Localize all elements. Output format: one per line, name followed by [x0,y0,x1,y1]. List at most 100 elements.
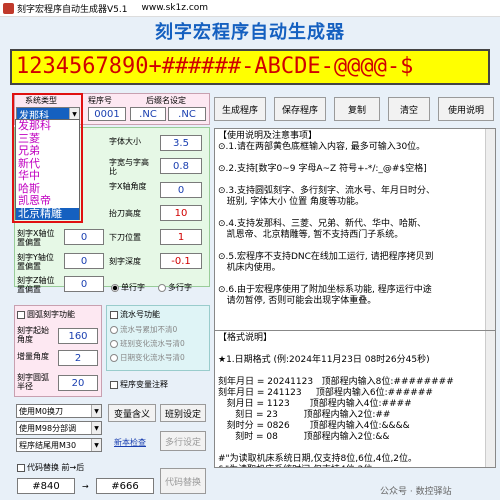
tool-change-value: 使用M0换刀 [19,406,63,416]
checkbox-icon [17,463,25,472]
param-label-3: 抬刀高度 [109,209,141,218]
window-site: www.sk1z.com [141,3,209,13]
replace-to-input[interactable]: #666 [96,478,154,494]
new-check-link[interactable]: 新本检查 [114,438,146,447]
arc-step-input[interactable]: 2 [58,350,98,366]
program-end-select[interactable]: 程序结尾用M30 ▼ [16,438,102,452]
text-line: 刻日 = 23 顶部程内输入2位:## [218,410,391,420]
app-icon [3,2,14,14]
param-input-1[interactable]: 0.8 [160,158,202,174]
text-line [218,241,483,252]
serial-checkbox-label: 流水号功能 [120,310,160,319]
arc-start-input[interactable]: 160 [58,328,98,344]
program-no-input[interactable]: 0001 [88,107,126,121]
suffix-input-2[interactable]: .NC [168,107,206,121]
param-input-4[interactable]: 1 [160,229,202,245]
text-line [218,208,483,219]
replace-button[interactable]: 代码替换 [160,468,206,494]
single-line-label: 单行字 [121,283,145,292]
save-button[interactable]: 保存程序 [274,97,326,121]
clear-button[interactable]: 清空 [388,97,430,121]
usage-notes-text: 【使用说明及注意事项】 ⊙.1.请在两部黄色底框输入内容, 最多可输入30位。 ⊙… [215,129,495,307]
watermark: 公众号 · 数控驿站 [380,487,452,497]
copy-button[interactable]: 复制 [334,97,380,121]
checkbox-icon [110,380,118,389]
text-line [218,153,483,164]
radio-dot-icon [110,339,118,348]
radio-dot-icon [111,283,119,292]
serial-option-3-label: 日期变化流水号清0 [120,353,185,362]
suffix-label: 后缀名设定 [146,96,186,105]
macro-var-checkbox[interactable]: 程序变量注释 [110,379,168,390]
serial-option-3[interactable]: 日期变化流水号清0 [110,352,185,363]
text-line [218,175,483,186]
param-label-2: 字X轴角度 [109,182,147,191]
chevron-down-icon[interactable]: ▼ [91,405,101,417]
multi-line-label: 多行字 [168,283,192,292]
left-param-input-0[interactable]: 0 [64,229,104,245]
text-line: 机床内使用。 [218,263,281,273]
serial-checkbox[interactable]: 流水号功能 [110,309,160,320]
format-notes-panel[interactable]: 【格式说明】 ★1.日期格式 (例:2024年11月23日 08时26分45秒)… [214,330,496,468]
title-bar: 刻字宏程序自动生成器V5.1 www.sk1z.com [0,0,500,17]
app-banner: 刻字宏程序自动生成器 [155,22,345,43]
checkbox-icon [110,310,118,319]
text-line: 班别, 字体大小 位置 角度等功能。 [218,197,365,207]
suffix-input-1[interactable]: .NC [130,107,166,121]
text-line [218,366,483,377]
param-label-0: 字体大小 [109,137,141,146]
macro-var-label: 程序变量注释 [120,380,168,389]
chevron-down-icon[interactable]: ▼ [91,422,101,434]
replace-checkbox[interactable]: 代码替换 前→后 [17,462,84,473]
engrave-text-input[interactable]: 1234567890+######-ABCDE-@@@@-$ [10,49,490,85]
window-title: 刻字宏程序自动生成器V5.1 [17,4,128,15]
serial-option-2[interactable]: 班别变化流水号清0 [110,338,185,349]
shift-set-button[interactable]: 班别设定 [160,404,206,422]
tool-change-select[interactable]: 使用M0换刀 ▼ [16,404,102,418]
replace-checkbox-label: 代码替换 前→后 [27,463,85,472]
chevron-down-icon[interactable]: ▼ [91,439,101,451]
left-param-input-2[interactable]: 0 [64,276,104,292]
text-line: ⊙.2.支持[数字0~9 字母A~Z 符号+-*/:_@#$空格] [218,164,427,174]
text-line: ⊙.3.支持圆弧刻字、多行刻字、流水号、年月日时分、 [218,186,435,196]
checkbox-icon [17,310,25,319]
text-line: 请勿暂停, 否则可能会出现字体重叠。 [218,296,377,306]
program-end-value: 程序结尾用M30 [19,440,77,450]
multi-line-radio[interactable]: 多行字 [158,282,192,293]
text-line [218,443,483,454]
generate-button[interactable]: 生成程序 [214,97,266,121]
subprogram-select[interactable]: 使用M98分部调 ▼ [16,421,102,435]
usage-notes-panel[interactable]: 【使用说明及注意事项】 ⊙.1.请在两部黄色底框输入内容, 最多可输入30位。 ⊙… [214,128,496,336]
single-line-radio[interactable]: 单行字 [111,282,145,293]
radio-dot-icon [158,283,166,292]
text-line [218,344,483,355]
text-line: ⊙.1.请在两部黄色底框输入内容, 最多可输入30位。 [218,142,426,152]
text-line: ⊙.5.宏程序不支持DNC在线加工运行, 请把程序拷贝到 [218,252,434,262]
text-line: ⊙.6.由于宏程序使用了附加坐标系功能, 程序运行中途 [218,285,432,295]
replace-from-input[interactable]: #840 [17,478,75,494]
text-line: ⊙.4.支持发那科、三菱、兄弟、新代、华中、哈斯、 [218,219,426,229]
param-label-4: 下刀位置 [109,233,141,242]
param-input-0[interactable]: 3.5 [160,135,202,151]
text-line: 【使用说明及注意事项】 [218,131,318,141]
scrollbar[interactable] [485,129,495,335]
arc-checkbox[interactable]: 圆弧刻字功能 [17,309,75,320]
param-input-5[interactable]: -0.1 [160,253,202,269]
multi-set-button[interactable]: 多行设定 [160,431,206,451]
format-notes-text: 【格式说明】 ★1.日期格式 (例:2024年11月23日 08时26分45秒)… [215,331,495,467]
text-line: 凯恩帝、北京精雕等, 暂不支持西门子系统。 [218,230,404,240]
param-label-1: 字宽与字高比 [109,158,149,176]
arc-radius-input[interactable]: 20 [58,375,98,391]
param-input-2[interactable]: 0 [160,182,202,198]
text-line: ★1.日期格式 (例:2024年11月23日 08时26分45秒) [218,355,430,365]
param-label-5: 刻字深度 [109,257,141,266]
var-def-button[interactable]: 变量含义 [108,404,156,422]
arrow-right-icon: → [82,482,89,491]
arc-radius-label: 刻字圆弧半径 [17,373,49,391]
left-param-input-1[interactable]: 0 [64,253,104,269]
text-line: #"为读取机床系统日期,仅支持8位,6位,4位,2位。 [218,454,418,464]
scrollbar[interactable] [485,331,495,467]
help-button[interactable]: 使用说明 [438,97,494,121]
param-input-3[interactable]: 10 [160,205,202,221]
serial-option-1[interactable]: 流水号累加不清0 [110,324,177,335]
